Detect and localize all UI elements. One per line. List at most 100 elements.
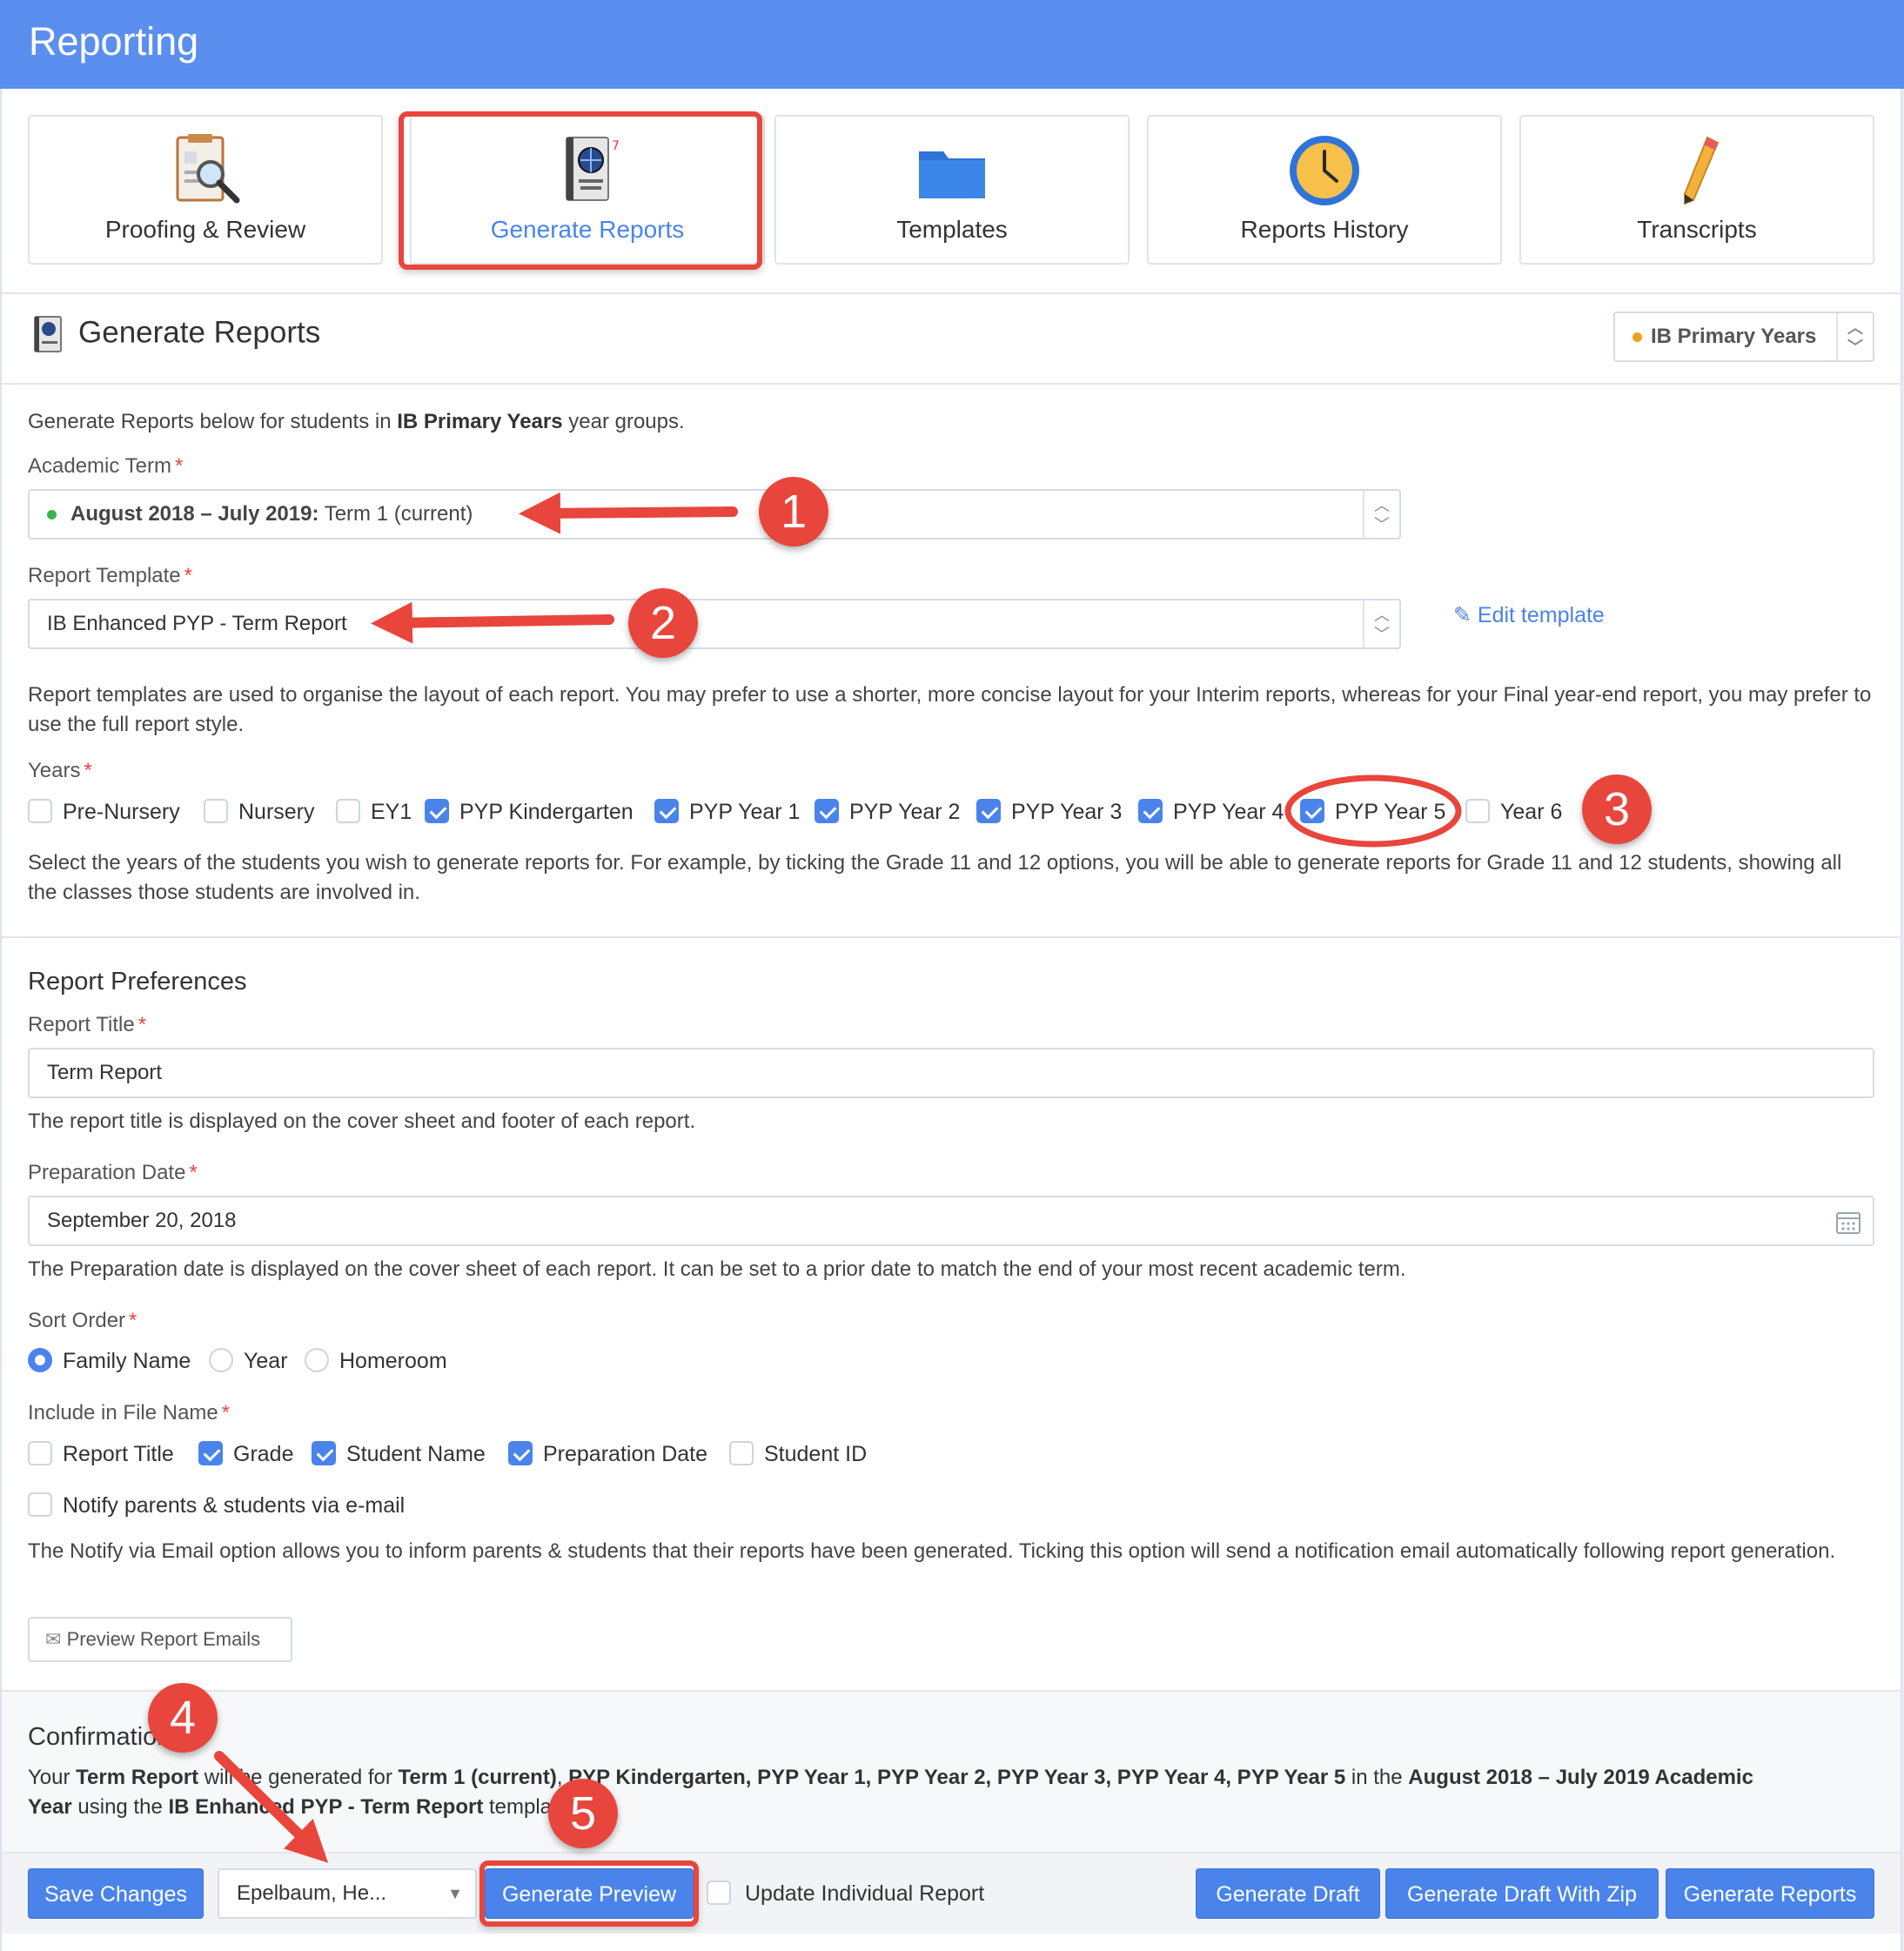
report-template-label: Report Template * bbox=[28, 564, 192, 587]
year-checkbox[interactable] bbox=[1465, 799, 1490, 823]
notify-label: Notify parents & students via e-mail bbox=[63, 1493, 406, 1518]
confirmation-text-line-2: Year using the IB Enhanced PYP - Term Re… bbox=[28, 1795, 575, 1819]
year-checkbox[interactable] bbox=[204, 799, 228, 823]
generate-reports-button[interactable]: Generate Reports bbox=[1666, 1868, 1874, 1919]
report-title-label: Report Title * bbox=[28, 1013, 147, 1036]
file-name-label: Include in File Name * bbox=[28, 1401, 231, 1425]
highlight-generate-preview bbox=[479, 1860, 699, 1927]
preparation-date-label: Preparation Date * bbox=[28, 1161, 198, 1184]
year-option-label: PYP Year 2 bbox=[849, 800, 961, 824]
sort-family-name-radio[interactable] bbox=[28, 1348, 52, 1372]
edit-template-link[interactable]: ✎ Edit template bbox=[1453, 602, 1605, 628]
page-title: Reporting bbox=[29, 19, 199, 64]
year-checkbox[interactable] bbox=[28, 799, 52, 823]
update-individual-checkbox[interactable] bbox=[707, 1881, 731, 1905]
academic-term-select[interactable]: August 2018 – July 2019: Term 1 (current… bbox=[28, 489, 1401, 540]
years-help: Select the years of the students you wis… bbox=[28, 851, 1842, 904]
sort-option-label: Family Name bbox=[63, 1349, 191, 1373]
tile-reports-history[interactable]: Reports History bbox=[1147, 115, 1502, 265]
report-cards-icon bbox=[34, 316, 62, 352]
envelope-icon: ✉ bbox=[45, 1628, 62, 1650]
program-selector-value: IB Primary Years bbox=[1651, 325, 1817, 348]
chevron-up-down-icon: ︿ ﹀ bbox=[1363, 600, 1399, 647]
tile-label: Proofing & Review bbox=[104, 216, 306, 243]
year-checkbox[interactable] bbox=[654, 799, 679, 823]
annotation-badge-2: 2 bbox=[628, 588, 698, 658]
report-template-help: Report templates are used to organise th… bbox=[28, 683, 1872, 736]
sort-year-radio[interactable] bbox=[209, 1348, 233, 1372]
file-name-option-label: Student Name bbox=[346, 1442, 486, 1466]
confirmation-text-line-1: Your Term Report will be generated for T… bbox=[28, 1766, 1753, 1789]
annotation-badge-5: 5 bbox=[548, 1779, 618, 1848]
program-selector[interactable]: IB Primary Years ︿ ﹀ bbox=[1613, 312, 1874, 362]
year-checkbox[interactable] bbox=[336, 799, 360, 823]
section-title: Generate Reports bbox=[78, 315, 321, 350]
content-frame bbox=[0, 89, 1902, 1951]
chevron-up-down-icon: ︿ ﹀ bbox=[1363, 491, 1399, 538]
preview-report-emails-button[interactable]: ✉ Preview Report Emails bbox=[28, 1617, 292, 1662]
current-term-dot bbox=[47, 510, 57, 520]
academic-term-label: Academic Term * bbox=[28, 454, 184, 478]
year-checkbox[interactable] bbox=[815, 799, 839, 823]
file-name-checkbox[interactable] bbox=[28, 1441, 52, 1465]
year-checkbox[interactable] bbox=[1300, 799, 1324, 823]
update-individual-label: Update Individual Report bbox=[745, 1881, 985, 1906]
file-name-checkbox[interactable] bbox=[198, 1441, 223, 1465]
file-name-option-label: Report Title bbox=[63, 1442, 174, 1466]
calendar-icon[interactable] bbox=[1834, 1208, 1862, 1236]
intro-text: Generate Reports below for students in I… bbox=[28, 410, 685, 433]
tile-label: Templates bbox=[896, 216, 1008, 243]
file-name-option-label: Preparation Date bbox=[543, 1442, 708, 1466]
year-option-label: PYP Kindergarten bbox=[459, 800, 634, 824]
chevron-up-down-icon: ︿ ﹀ bbox=[1836, 313, 1873, 360]
divider bbox=[2, 936, 1902, 938]
preparation-date-help: The Preparation date is displayed on the… bbox=[28, 1257, 1406, 1281]
year-option-label: EY1 bbox=[371, 800, 412, 824]
tile-label: Transcripts bbox=[1637, 216, 1757, 243]
edit-icon: ✎ bbox=[1453, 603, 1472, 627]
top-header: Reporting bbox=[0, 0, 1904, 89]
student-select[interactable]: Epelbaum, He... ▼ bbox=[218, 1868, 477, 1919]
sort-homeroom-radio[interactable] bbox=[305, 1348, 329, 1372]
generate-draft-zip-button[interactable]: Generate Draft With Zip bbox=[1385, 1868, 1659, 1919]
annotation-badge-3: 3 bbox=[1582, 774, 1652, 844]
program-dot bbox=[1632, 332, 1642, 343]
report-template-value: IB Enhanced PYP - Term Report bbox=[47, 612, 347, 635]
tile-proofing-review[interactable]: Proofing & Review bbox=[28, 115, 383, 265]
tile-label: Reports History bbox=[1240, 216, 1409, 243]
report-title-input[interactable]: Term Report bbox=[28, 1048, 1874, 1098]
file-name-checkbox[interactable] bbox=[312, 1441, 336, 1465]
file-name-option-label: Student ID bbox=[764, 1442, 868, 1466]
report-preferences-heading: Report Preferences bbox=[28, 968, 247, 996]
year-option-label: Nursery bbox=[238, 800, 315, 824]
year-option-label: PYP Year 3 bbox=[1011, 800, 1123, 824]
year-option-label: PYP Year 1 bbox=[689, 800, 801, 824]
folder-icon bbox=[919, 151, 985, 198]
file-name-checkbox[interactable] bbox=[729, 1441, 754, 1465]
tile-templates[interactable]: Templates bbox=[774, 115, 1130, 265]
years-label: Years * bbox=[28, 759, 92, 782]
file-name-checkbox[interactable] bbox=[508, 1441, 533, 1465]
caret-down-icon: ▼ bbox=[447, 1885, 463, 1902]
divider bbox=[2, 383, 1902, 385]
report-title-help: The report title is displayed on the cov… bbox=[28, 1110, 696, 1133]
report-template-select[interactable]: IB Enhanced PYP - Term Report ︿ ﹀ bbox=[28, 599, 1401, 649]
year-option-label: Pre-Nursery bbox=[63, 800, 180, 824]
file-name-option-label: Grade bbox=[233, 1442, 294, 1466]
notify-checkbox[interactable] bbox=[28, 1492, 52, 1517]
year-option-label: Year 6 bbox=[1500, 800, 1563, 824]
sort-option-label: Homeroom bbox=[339, 1349, 447, 1373]
generate-draft-button[interactable]: Generate Draft bbox=[1196, 1868, 1380, 1919]
year-option-label: PYP Year 5 bbox=[1335, 800, 1446, 824]
clock-icon bbox=[1290, 136, 1359, 205]
annotation-badge-4: 4 bbox=[148, 1683, 218, 1753]
pencil-icon bbox=[1684, 136, 1720, 205]
section-heading: Generate Reports bbox=[30, 315, 320, 353]
preparation-date-input[interactable]: September 20, 2018 bbox=[28, 1196, 1874, 1246]
save-changes-button[interactable]: Save Changes bbox=[28, 1868, 204, 1919]
notify-help: The Notify via Email option allows you t… bbox=[28, 1539, 1836, 1563]
year-checkbox[interactable] bbox=[1138, 799, 1163, 823]
year-checkbox[interactable] bbox=[425, 799, 449, 823]
year-checkbox[interactable] bbox=[976, 799, 1001, 823]
tile-transcripts[interactable]: Transcripts bbox=[1519, 115, 1874, 265]
